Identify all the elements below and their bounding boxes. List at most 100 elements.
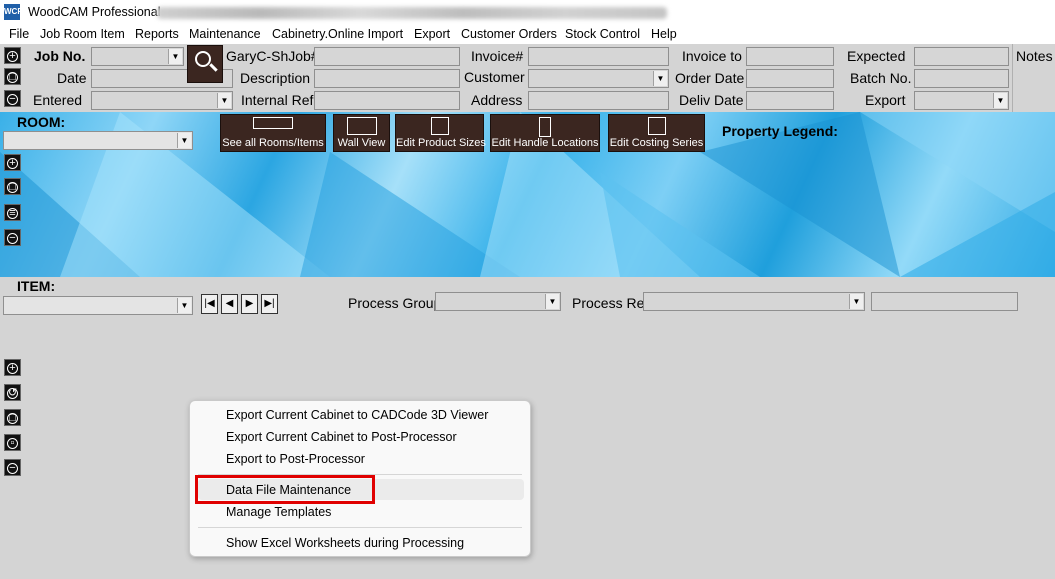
copy-room-icon[interactable]: □ <box>4 178 21 195</box>
process-group-select[interactable]: ▼ <box>435 292 561 311</box>
room-panel: ROOM: ▼ See all Rooms/Items Wall View Ed… <box>0 112 1055 277</box>
customer-label: Customer <box>464 69 525 85</box>
wall-icon <box>346 117 377 135</box>
delete-job-icon[interactable]: − <box>4 90 21 107</box>
redacted-title-text <box>157 7 667 19</box>
prev-item-button[interactable]: ◀ <box>221 294 238 314</box>
menu-help[interactable]: Help <box>651 27 677 41</box>
add-job-icon[interactable]: + <box>4 47 21 64</box>
deliv-date-field[interactable] <box>746 91 834 110</box>
search-job-button[interactable] <box>187 45 223 83</box>
handle-icon <box>539 117 551 137</box>
grid-icon <box>253 117 293 129</box>
menu-file[interactable]: File <box>9 27 29 41</box>
edit-product-sizes-button[interactable]: Edit Product Sizes <box>395 114 486 152</box>
job-ref-field[interactable] <box>314 47 460 66</box>
add-item-icon[interactable]: + <box>4 359 21 376</box>
menu-reports[interactable]: Reports <box>135 27 179 41</box>
address-label: Address <box>471 92 523 108</box>
menu-manage-templates[interactable]: Manage Templates <box>226 505 331 519</box>
delete-item-icon[interactable]: − <box>4 459 21 476</box>
room-label: ROOM: <box>17 114 66 130</box>
job-no-label: Job No. <box>34 48 86 64</box>
address-field[interactable] <box>528 91 669 110</box>
undo-item-icon[interactable]: ↺ <box>4 384 21 401</box>
description-label: Description <box>240 70 311 86</box>
order-date-field[interactable] <box>746 69 834 88</box>
chevron-down-icon[interactable]: ▼ <box>545 294 559 309</box>
process-ref-select[interactable]: ▼ <box>643 292 865 311</box>
item-select[interactable]: ▼ <box>3 296 193 315</box>
notes-area[interactable] <box>1012 44 1055 112</box>
entered-label: Entered <box>33 92 83 108</box>
batch-no-label: Batch No. <box>850 70 912 86</box>
window-title: WoodCAM Professional <box>28 5 161 19</box>
magnifier-handle <box>209 63 218 72</box>
copy-item-icon[interactable]: □ <box>4 409 21 426</box>
export-label: Export <box>865 92 906 108</box>
title-bar: WCP WoodCAM Professional <box>0 0 1055 24</box>
expected-label: Expected <box>847 48 906 64</box>
menu-cabinetry-online-import[interactable]: Cabinetry.Online Import <box>272 27 403 41</box>
chevron-down-icon[interactable]: ▼ <box>653 71 667 86</box>
wall-view-label: Wall View <box>337 137 386 149</box>
see-all-rooms-button[interactable]: See all Rooms/Items <box>220 114 326 152</box>
paste-item-icon[interactable]: ▫ <box>4 434 21 451</box>
job-no-select[interactable]: ▼ <box>91 47 184 66</box>
copy-job-icon[interactable]: □ <box>4 68 21 85</box>
menu-stock-control[interactable]: Stock Control <box>565 27 640 41</box>
last-item-button[interactable]: ▶| <box>261 294 278 314</box>
first-item-button[interactable]: |◀ <box>201 294 218 314</box>
menu-export-post-processor[interactable]: Export to Post-Processor <box>226 452 365 466</box>
chevron-down-icon[interactable]: ▼ <box>168 49 182 64</box>
customer-select[interactable]: ▼ <box>528 69 669 88</box>
edit-handle-locations-button[interactable]: Edit Handle Locations <box>490 114 600 152</box>
invoice-to-label: Invoice to <box>682 48 742 64</box>
see-all-rooms-label: See all Rooms/Items <box>222 137 324 149</box>
menu-bar: File Job Room Item Reports Maintenance C… <box>0 24 1055 44</box>
wall-view-button[interactable]: Wall View <box>333 114 390 152</box>
menu-maintenance[interactable]: Maintenance <box>189 27 261 41</box>
menu-show-excel-worksheets[interactable]: Show Excel Worksheets during Processing <box>226 536 464 550</box>
deliv-date-label: Deliv Date <box>679 92 744 108</box>
process-ref-detail-field[interactable] <box>871 292 1018 311</box>
order-date-label: Order Date <box>675 70 745 86</box>
description-field[interactable] <box>314 69 460 88</box>
chevron-down-icon[interactable]: ▼ <box>993 93 1007 108</box>
menu-separator <box>198 527 522 528</box>
invoice-field[interactable] <box>528 47 669 66</box>
checkbox-icon <box>647 117 666 135</box>
app-logo-icon: WCP <box>4 4 23 20</box>
entered-select[interactable]: ▼ <box>91 91 233 110</box>
annotation-highlight-box <box>195 475 375 504</box>
internal-ref-field[interactable] <box>314 91 460 110</box>
box-icon <box>430 117 449 135</box>
export-select[interactable]: ▼ <box>914 91 1009 110</box>
menu-customer-orders[interactable]: Customer Orders <box>461 27 557 41</box>
expected-field[interactable] <box>914 47 1009 66</box>
menu-export-cadcode-viewer[interactable]: Export Current Cabinet to CADCode 3D Vie… <box>226 408 488 422</box>
chevron-down-icon[interactable]: ▼ <box>177 133 191 148</box>
next-item-button[interactable]: ▶ <box>241 294 258 314</box>
chevron-down-icon[interactable]: ▼ <box>849 294 863 309</box>
menu-export-cabinet-post-processor[interactable]: Export Current Cabinet to Post-Processor <box>226 430 457 444</box>
menu-job-room-item[interactable]: Job Room Item <box>40 27 125 41</box>
invoice-to-field[interactable] <box>746 47 834 66</box>
chevron-down-icon[interactable]: ▼ <box>177 298 191 313</box>
batch-no-field[interactable] <box>914 69 1009 88</box>
property-legend-label: Property Legend: <box>722 123 838 139</box>
process-ref-label: Process Ref <box>572 295 649 311</box>
edit-costing-series-button[interactable]: Edit Costing Series <box>608 114 705 152</box>
invoice-label: Invoice# <box>471 48 524 64</box>
add-room-icon[interactable]: + <box>4 154 21 171</box>
process-group-label: Process Group <box>348 295 442 311</box>
stack-room-icon[interactable]: ≡ <box>4 204 21 221</box>
room-select[interactable]: ▼ <box>3 131 193 150</box>
delete-room-icon[interactable]: − <box>4 229 21 246</box>
item-label: ITEM: <box>17 278 56 294</box>
internal-ref-label: Internal Ref <box>241 92 314 108</box>
menu-export[interactable]: Export <box>414 27 450 41</box>
date-label: Date <box>57 70 87 86</box>
job-ref-label: GaryC-ShJob# <box>226 48 319 64</box>
chevron-down-icon[interactable]: ▼ <box>217 93 231 108</box>
